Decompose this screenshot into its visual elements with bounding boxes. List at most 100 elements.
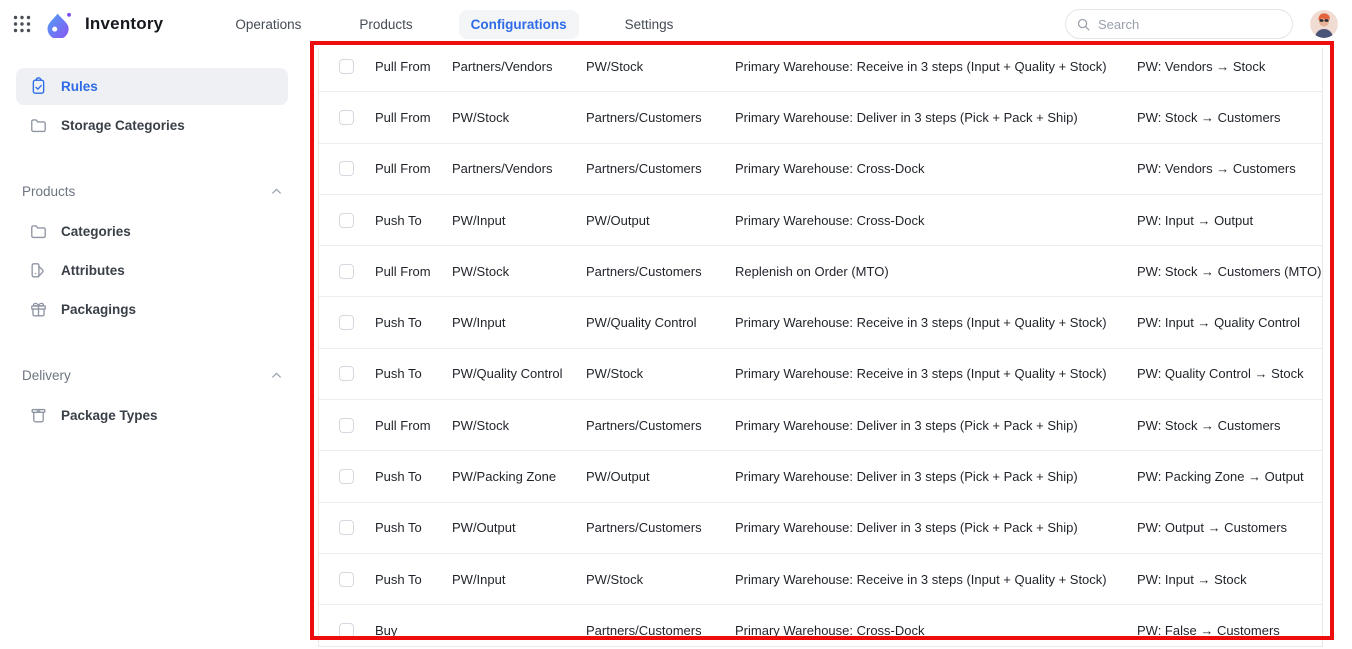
nav-products[interactable]: Products (347, 10, 424, 39)
sidebar-item-label: Package Types (61, 408, 158, 423)
source-location: PW/Output (452, 520, 586, 535)
row-checkbox[interactable] (339, 520, 354, 535)
search-input[interactable] (1098, 17, 1282, 32)
table-row[interactable]: Push To PW/Packing Zone PW/Output Primar… (319, 451, 1322, 502)
apps-grid-icon[interactable] (12, 14, 32, 34)
table-row[interactable]: Buy Partners/Customers Primary Warehouse… (319, 605, 1322, 647)
rule-action: Push To (375, 315, 452, 330)
sidebar-item-package-types[interactable]: Package Types (16, 397, 288, 434)
destination-location: Partners/Customers (586, 520, 735, 535)
nav-configurations[interactable]: Configurations (459, 10, 579, 39)
sidebar-item-label: Attributes (61, 263, 125, 278)
destination-location: PW/Stock (586, 59, 735, 74)
destination-location: PW/Output (586, 213, 735, 228)
chevron-up-icon (269, 368, 284, 383)
source-location: PW/Input (452, 315, 586, 330)
row-checkbox[interactable] (339, 469, 354, 484)
rule-action: Push To (375, 520, 452, 535)
rule-action: Push To (375, 469, 452, 484)
bin-icon (28, 406, 48, 426)
rule-name: PW: Quality Control → Stock (1137, 366, 1322, 381)
rule-action: Buy (375, 623, 452, 638)
route: Primary Warehouse: Receive in 3 steps (I… (735, 59, 1137, 74)
sidebar-item-label: Categories (61, 224, 131, 239)
row-checkbox[interactable] (339, 623, 354, 638)
rule-action: Push To (375, 366, 452, 381)
destination-location: Partners/Customers (586, 418, 735, 433)
app-title: Inventory (85, 14, 163, 34)
destination-location: Partners/Customers (586, 110, 735, 125)
row-checkbox[interactable] (339, 161, 354, 176)
row-checkbox[interactable] (339, 213, 354, 228)
destination-location: PW/Stock (586, 572, 735, 587)
search-bar[interactable] (1065, 9, 1293, 39)
sidebar-item-rules[interactable]: Rules (16, 68, 288, 105)
sidebar-item-categories[interactable]: Categories (16, 213, 288, 250)
rule-action: Push To (375, 572, 452, 587)
table-row[interactable]: Push To PW/Input PW/Stock Primary Wareho… (319, 554, 1322, 605)
user-avatar[interactable] (1310, 10, 1338, 38)
table-row[interactable]: Pull From PW/Stock Partners/Customers Pr… (319, 400, 1322, 451)
row-checkbox[interactable] (339, 110, 354, 125)
table-row[interactable]: Push To PW/Input PW/Output Primary Wareh… (319, 195, 1322, 246)
rule-name: PW: Input → Quality Control (1137, 315, 1322, 330)
rule-action: Pull From (375, 418, 452, 433)
rule-name: PW: Output → Customers (1137, 520, 1322, 535)
sidebar-item-attributes[interactable]: Attributes (16, 252, 288, 289)
row-checkbox[interactable] (339, 264, 354, 279)
sidebar-section-products[interactable]: Products (22, 184, 284, 199)
rules-clipboard-icon (28, 77, 48, 97)
rule-name: PW: Stock → Customers (1137, 110, 1322, 125)
source-location: PW/Quality Control (452, 366, 586, 381)
app-logo-icon[interactable] (45, 11, 72, 38)
rule-action: Pull From (375, 59, 452, 74)
table-row[interactable]: Push To PW/Input PW/Quality Control Prim… (319, 297, 1322, 348)
section-label: Products (22, 184, 75, 199)
table-row[interactable]: Pull From PW/Stock Partners/Customers Re… (319, 246, 1322, 297)
rule-name: PW: Stock → Customers (1137, 418, 1322, 433)
row-checkbox[interactable] (339, 59, 354, 74)
sidebar-item-label: Storage Categories (61, 118, 185, 133)
route: Primary Warehouse: Receive in 3 steps (I… (735, 572, 1137, 587)
sidebar-section-delivery[interactable]: Delivery (22, 368, 284, 383)
rule-name: PW: Vendors → Customers (1137, 161, 1322, 176)
source-location: PW/Input (452, 572, 586, 587)
rule-name: PW: Vendors → Stock (1137, 59, 1322, 74)
rule-name: PW: Input → Stock (1137, 572, 1322, 587)
route: Primary Warehouse: Deliver in 3 steps (P… (735, 110, 1137, 125)
row-checkbox[interactable] (339, 572, 354, 587)
source-location: PW/Stock (452, 418, 586, 433)
rules-table: Pull From Partners/Vendors PW/Stock Prim… (318, 40, 1323, 647)
section-label: Delivery (22, 368, 71, 383)
rule-name: PW: Stock → Customers (MTO) (1137, 264, 1322, 279)
rule-action: Pull From (375, 264, 452, 279)
route: Primary Warehouse: Cross-Dock (735, 161, 1137, 176)
destination-location: PW/Quality Control (586, 315, 735, 330)
source-location: PW/Stock (452, 264, 586, 279)
row-checkbox[interactable] (339, 418, 354, 433)
top-header: Inventory Operations Products Configurat… (0, 0, 1352, 48)
rule-action: Pull From (375, 110, 452, 125)
row-checkbox[interactable] (339, 315, 354, 330)
table-row[interactable]: Push To PW/Output Partners/Customers Pri… (319, 503, 1322, 554)
table-row[interactable]: Push To PW/Quality Control PW/Stock Prim… (319, 349, 1322, 400)
row-checkbox[interactable] (339, 366, 354, 381)
table-row[interactable]: Pull From Partners/Vendors Partners/Cust… (319, 144, 1322, 195)
sidebar-item-label: Packagings (61, 302, 136, 317)
source-location: PW/Packing Zone (452, 469, 586, 484)
route: Replenish on Order (MTO) (735, 264, 1137, 279)
destination-location: PW/Stock (586, 366, 735, 381)
table-row[interactable]: Pull From Partners/Vendors PW/Stock Prim… (319, 41, 1322, 92)
nav-operations[interactable]: Operations (223, 10, 313, 39)
rule-name: PW: Input → Output (1137, 213, 1322, 228)
sidebar-item-packagings[interactable]: Packagings (16, 291, 288, 328)
sidebar-item-storage-categories[interactable]: Storage Categories (16, 107, 288, 144)
route: Primary Warehouse: Receive in 3 steps (I… (735, 315, 1137, 330)
destination-location: PW/Output (586, 469, 735, 484)
table-row[interactable]: Pull From PW/Stock Partners/Customers Pr… (319, 92, 1322, 143)
folder-icon (28, 222, 48, 242)
route: Primary Warehouse: Deliver in 3 steps (P… (735, 520, 1137, 535)
source-location: Partners/Vendors (452, 161, 586, 176)
folder-icon (28, 116, 48, 136)
nav-settings[interactable]: Settings (613, 10, 686, 39)
